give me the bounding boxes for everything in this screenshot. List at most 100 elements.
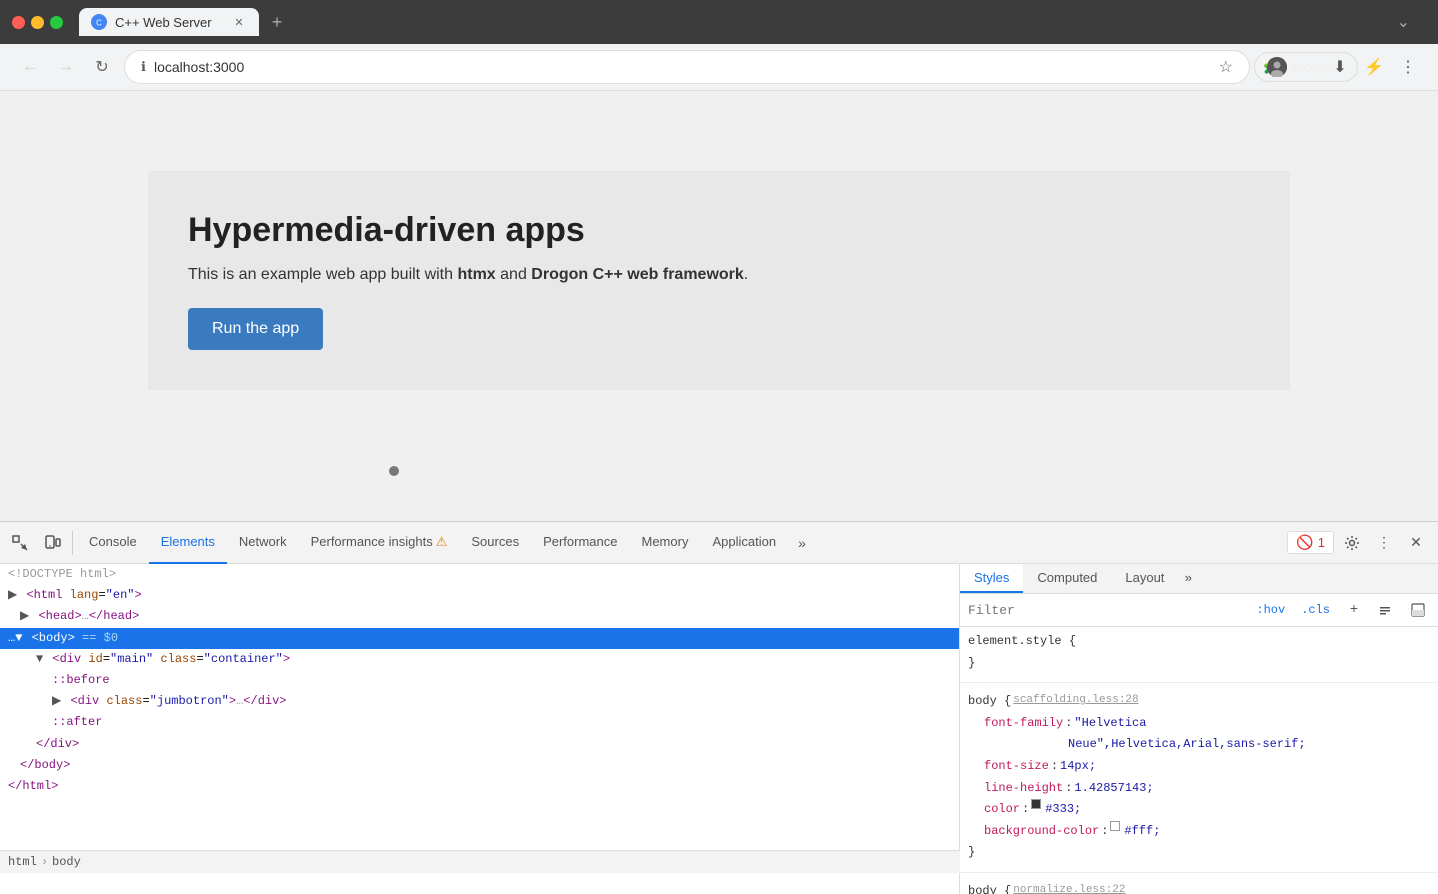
css-rules-container: element.style { } body { scaffolding.les… [960, 627, 1438, 894]
dom-line-body-close: </body> [0, 755, 959, 776]
description-drogon: Drogon C++ web framework [531, 266, 744, 283]
hover-filter-button[interactable]: :hov [1252, 601, 1289, 619]
css-rule-element-style: element.style { } [960, 627, 1438, 678]
forward-button[interactable]: → [52, 53, 80, 81]
color-swatch-333[interactable] [1031, 799, 1041, 809]
title-bar: C C++ Web Server ✕ + ⌄ [0, 0, 1438, 44]
tab-performance-insights-label: Performance insights [311, 534, 433, 549]
tab-performance-insights[interactable]: Performance insights ⚠ [299, 522, 460, 564]
url-bar[interactable]: ℹ localhost:3000 ☆ [124, 50, 1250, 84]
css-source-normalize[interactable]: normalize.less:22 [1013, 881, 1125, 894]
traffic-lights [12, 16, 63, 29]
extensions-puzzle-icon[interactable]: ⚡ [1360, 53, 1388, 81]
tab-title: C++ Web Server [115, 15, 223, 30]
new-rule-button[interactable] [1374, 598, 1398, 622]
more-tabs-button[interactable]: » [788, 529, 816, 557]
inspect-element-button[interactable] [4, 527, 36, 559]
tab-network-label: Network [239, 534, 287, 549]
tab-elements-label: Elements [161, 534, 215, 549]
dom-breadcrumb-container: html › body [0, 850, 960, 873]
dom-line-html-close: </html> [0, 776, 959, 797]
device-mode-button[interactable] [36, 527, 68, 559]
reload-button[interactable]: ↻ [88, 53, 116, 81]
class-filter-button[interactable]: .cls [1297, 601, 1334, 619]
tab-elements[interactable]: Elements [149, 522, 227, 564]
devtools-panel: Console Elements Network Performance ins… [0, 521, 1438, 894]
more-styles-tabs[interactable]: » [1178, 565, 1198, 592]
url-info-icon: ℹ [141, 59, 146, 75]
toggle-panel-button[interactable] [1406, 598, 1430, 622]
tab-bar: C C++ Web Server ✕ + ⌄ [71, 8, 1426, 36]
styles-panel: Styles Computed Layout » :hov .cls + [960, 564, 1438, 894]
dom-line-div-main[interactable]: ▼ <div id="main" class="container"> [0, 649, 959, 670]
tab-memory[interactable]: Memory [630, 522, 701, 564]
breadcrumb-html[interactable]: html [8, 855, 37, 869]
tab-console[interactable]: Console [77, 522, 149, 564]
dom-line-head[interactable]: ▶ <head>…</head> [0, 606, 959, 627]
dom-line-html[interactable]: ▶ <html lang="en"> [0, 585, 959, 606]
tab-performance[interactable]: Performance [531, 522, 629, 564]
color-swatch-fff[interactable] [1110, 821, 1120, 831]
dom-line-doctype: <!DOCTYPE html> [0, 564, 959, 585]
menu-icon[interactable]: ⋮ [1394, 53, 1422, 81]
add-style-button[interactable]: + [1342, 598, 1366, 622]
tab-computed[interactable]: Computed [1023, 564, 1111, 593]
css-selector-element-style: element.style { [968, 631, 1430, 653]
tab-sources-label: Sources [471, 534, 519, 549]
close-window-button[interactable] [12, 16, 25, 29]
reload-icon: ↻ [95, 57, 108, 77]
browser-window: C C++ Web Server ✕ + ⌄ ← → ↻ ℹ localhost… [0, 0, 1438, 894]
styles-filter-input[interactable] [968, 603, 1244, 618]
more-options-button[interactable]: ⋮ [1370, 529, 1398, 557]
minimize-window-button[interactable] [31, 16, 44, 29]
profile-avatar [1267, 57, 1287, 77]
settings-button[interactable] [1338, 529, 1366, 557]
breadcrumb-body[interactable]: body [52, 855, 81, 869]
devtools-body: <!DOCTYPE html> ▶ <html lang="en"> ▶ <he… [0, 564, 1438, 894]
address-bar: ← → ↻ ℹ localhost:3000 ☆ 🧩 Incognito ⬇ [0, 44, 1438, 91]
dom-line-before: ::before [0, 670, 959, 691]
new-tab-button[interactable]: + [263, 8, 291, 36]
dom-panel: <!DOCTYPE html> ▶ <html lang="en"> ▶ <he… [0, 564, 960, 894]
dom-line-div-close: </div> [0, 734, 959, 755]
tab-close-button[interactable]: ✕ [231, 14, 247, 30]
toolbar-divider [72, 531, 73, 555]
page-title: Hypermedia-driven apps [188, 211, 1250, 250]
dom-breadcrumb: html › body [0, 850, 960, 873]
back-button[interactable]: ← [16, 53, 44, 81]
css-divider-1 [960, 682, 1438, 683]
description-suffix: . [744, 266, 748, 283]
tab-favicon: C [91, 14, 107, 30]
run-app-button[interactable]: Run the app [188, 308, 323, 350]
download-icon[interactable]: ⬇ [1326, 53, 1354, 81]
html-expand[interactable]: ▶ [8, 588, 17, 602]
tab-console-label: Console [89, 534, 137, 549]
tab-sources[interactable]: Sources [459, 522, 531, 564]
head-expand[interactable]: ▶ [20, 609, 29, 623]
description-mid: and [496, 266, 532, 283]
error-count: 1 [1318, 535, 1325, 550]
css-rule-body-scaffolding: body { scaffolding.less:28 font-family :… [960, 687, 1438, 868]
tab-application-label: Application [712, 534, 776, 549]
dom-line-jumbotron[interactable]: ▶ <div class="jumbotron">…</div> [0, 691, 959, 712]
back-icon: ← [22, 58, 38, 76]
tab-layout[interactable]: Layout [1111, 564, 1178, 593]
page-description: This is an example web app built with ht… [188, 266, 1250, 284]
tab-network[interactable]: Network [227, 522, 299, 564]
url-text[interactable]: localhost:3000 [154, 59, 1211, 75]
performance-warning-icon: ⚠ [436, 534, 448, 550]
css-rule-body-normalize: body { normalize.less:22 [960, 877, 1438, 894]
maximize-window-button[interactable] [50, 16, 63, 29]
close-devtools-button[interactable]: ✕ [1402, 529, 1430, 557]
styles-filter-bar: :hov .cls + [960, 594, 1438, 627]
tab-styles[interactable]: Styles [960, 564, 1023, 593]
tab-application[interactable]: Application [700, 522, 788, 564]
error-count-badge[interactable]: 🚫 1 [1287, 531, 1334, 554]
restore-window-button[interactable]: ⌄ [1397, 12, 1410, 32]
main-div-expand[interactable]: ▼ [36, 652, 43, 666]
dom-line-body[interactable]: …▼ <body> == $0 [0, 628, 959, 649]
browser-tab[interactable]: C C++ Web Server ✕ [79, 8, 259, 36]
profile-button[interactable]: Incognito [1292, 53, 1320, 81]
jumbotron-expand[interactable]: ▶ [52, 694, 61, 708]
bookmark-icon[interactable]: ☆ [1219, 57, 1233, 77]
